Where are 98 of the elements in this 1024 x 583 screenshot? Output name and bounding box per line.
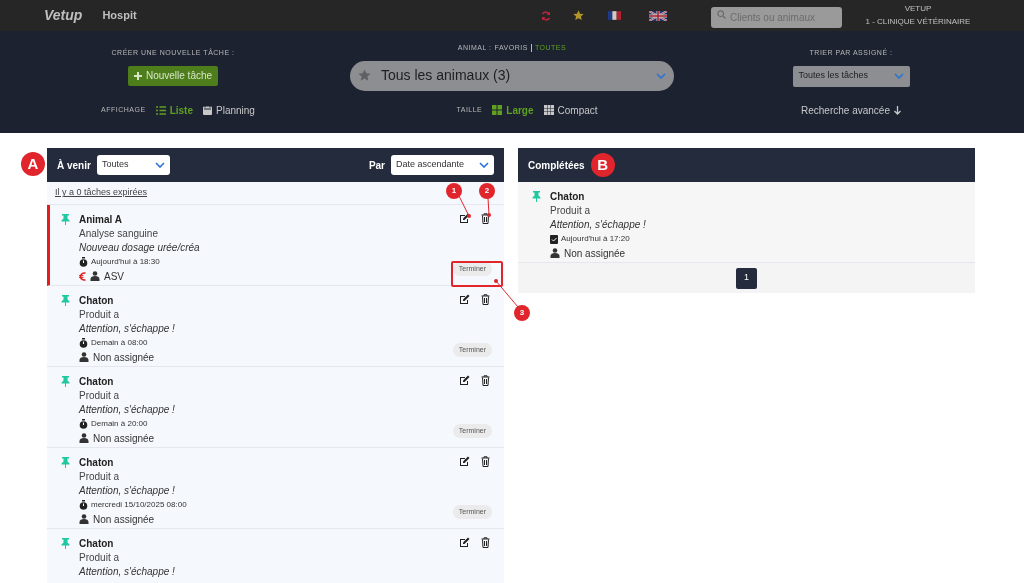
panel-title: À venir (57, 158, 91, 173)
logo[interactable]: Vetup (44, 5, 83, 26)
edit-icon[interactable] (459, 294, 470, 305)
assignee: Non assignée (93, 512, 155, 527)
task-name: Analyse sanguine (79, 227, 159, 240)
task-note: Nouveau dosage urée/créa (79, 241, 201, 254)
user-icon (79, 433, 89, 443)
trash-icon[interactable] (481, 213, 490, 224)
stopwatch-icon (79, 499, 88, 510)
chevron-down-icon (479, 162, 489, 168)
pin-icon (61, 457, 70, 468)
task-note: Attention, s'échappe ! (79, 403, 176, 416)
chevron-down-icon (656, 72, 666, 79)
calendar-icon (203, 105, 212, 115)
expired-tasks-link[interactable]: Il y a 0 tâches expirées (55, 186, 148, 200)
user-icon (550, 248, 560, 258)
search-icon (717, 9, 726, 19)
sort-select[interactable]: Date ascendante (391, 155, 494, 175)
pin-icon (61, 376, 70, 387)
animal-name: Chaton (79, 375, 115, 388)
task-name: Produit a (79, 308, 121, 321)
due-time: Demain à 08:00 (91, 336, 148, 349)
task-note: Attention, s'échappe ! (550, 218, 647, 231)
size-option[interactable]: Large (492, 102, 534, 118)
animal-name: Chaton (79, 537, 115, 550)
trash-icon[interactable] (481, 537, 490, 548)
clinic-name: 1 - CLINIQUE VÉTÉRINAIRE (865, 16, 971, 28)
animal-name: Chaton (550, 190, 586, 203)
pin-icon (61, 214, 70, 225)
completion-time: Aujourd'hui à 17:20 (561, 232, 630, 245)
assignee-select[interactable]: Toutes les tâches (792, 65, 910, 87)
trash-icon[interactable] (481, 375, 490, 386)
filter-select[interactable]: Toutes (96, 155, 170, 175)
task-note: Attention, s'échappe ! (79, 322, 176, 335)
leader-line (487, 197, 491, 217)
highlight-frame (451, 261, 503, 287)
user-icon (79, 514, 89, 524)
arrow-down-icon (893, 105, 901, 115)
assignee: ASV (104, 269, 124, 284)
assignee: Non assignée (93, 350, 155, 365)
due-time: Demain à 20:00 (91, 417, 148, 430)
edit-icon[interactable] (459, 456, 470, 467)
trash-icon[interactable] (481, 456, 490, 467)
task-card[interactable]: Chaton Produit a Attention, s'échappe ! Aujourd'hui à 17:20 Non assignée (518, 182, 975, 263)
task-note: Attention, s'échappe ! (79, 565, 176, 578)
annotation-marker: A (21, 152, 45, 176)
task-name: Produit a (79, 470, 121, 483)
advanced-search-link[interactable]: Recherche avancée (801, 102, 890, 118)
app-name: Hospit (102, 8, 137, 24)
refresh-icon[interactable] (541, 10, 551, 21)
pin-icon (61, 295, 70, 306)
leader-line (494, 279, 519, 308)
french-flag-icon[interactable] (608, 11, 621, 20)
animal-select[interactable]: Tous les animaux (3) (350, 60, 674, 91)
plus-icon (133, 71, 142, 80)
task-card[interactable]: Chaton Produit a Attention, s'échappe ! (47, 529, 504, 583)
large-grid-icon (492, 105, 503, 115)
star-icon[interactable] (573, 10, 584, 21)
display-option[interactable]: Liste (155, 102, 193, 118)
leader-line (458, 195, 471, 218)
star-icon (358, 69, 371, 82)
task-name: Produit a (550, 204, 592, 217)
panel-title: Complétées (528, 158, 585, 173)
pin-icon (61, 538, 70, 549)
pin-icon (532, 191, 541, 202)
assignee: Non assignée (564, 246, 626, 261)
list-icon (155, 105, 166, 115)
annotation-marker: B (590, 153, 615, 177)
stopwatch-icon (79, 256, 88, 267)
british-flag-icon[interactable] (649, 10, 667, 21)
trash-icon[interactable] (481, 294, 490, 305)
account-name: VETUP (904, 3, 932, 15)
stopwatch-icon (79, 418, 88, 429)
task-name: Produit a (79, 551, 121, 564)
task-note: Attention, s'échappe ! (79, 484, 176, 497)
chevron-down-icon (893, 73, 904, 79)
new-task-button[interactable]: Nouvelle tâche (127, 65, 219, 86)
user-icon (79, 352, 89, 362)
due-time: mercredi 15/10/2025 08:00 (91, 498, 187, 511)
page-button[interactable]: 1 (736, 267, 757, 289)
task-name: Produit a (79, 389, 121, 402)
assignee: Non assignée (93, 431, 155, 446)
chevron-down-icon (154, 162, 165, 168)
animal-name: Chaton (79, 294, 115, 307)
animal-name: Chaton (79, 456, 115, 469)
clipboard-check-icon (550, 233, 558, 244)
animal-name: Animal A (79, 213, 123, 226)
sort-label: Par (368, 158, 385, 173)
due-time: Aujourd'hui à 18:30 (91, 255, 160, 268)
compact-grid-icon (543, 105, 554, 115)
size-option[interactable]: Compact (543, 102, 598, 118)
user-icon (90, 271, 100, 281)
edit-icon[interactable] (459, 537, 470, 548)
display-option[interactable]: Planning (203, 102, 255, 118)
annotation-marker: 3 (514, 305, 530, 321)
stopwatch-icon (79, 337, 88, 348)
edit-icon[interactable] (459, 375, 470, 386)
euro-icon (79, 271, 86, 281)
